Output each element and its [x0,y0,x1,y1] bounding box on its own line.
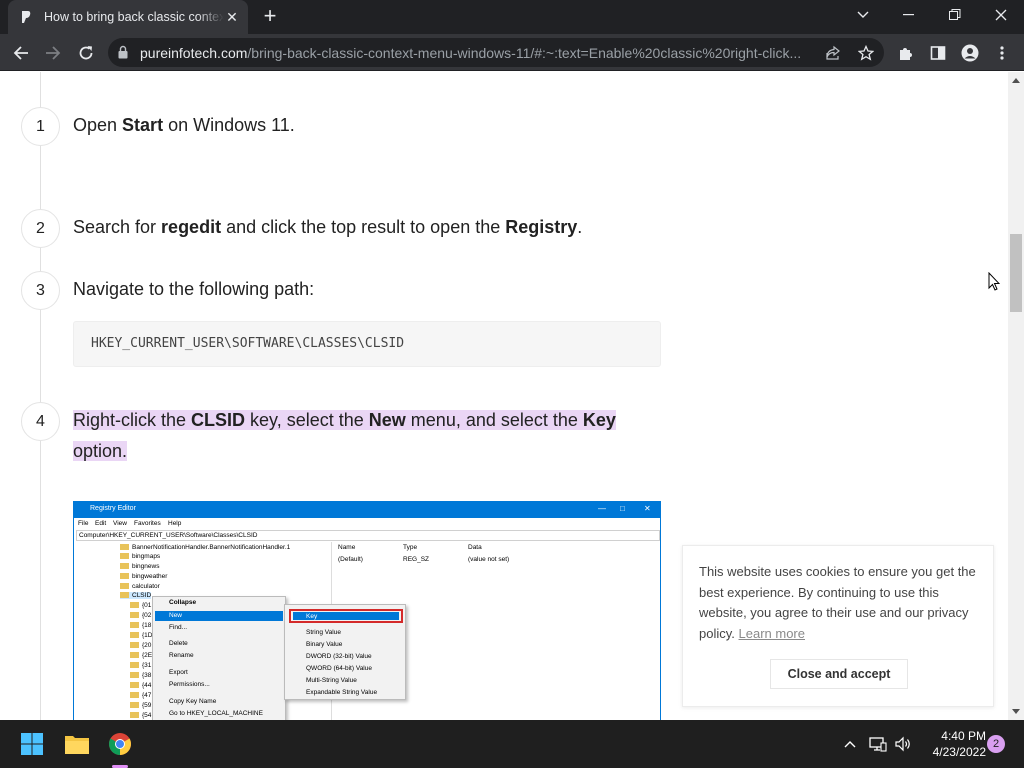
step-number-2: 2 [21,209,60,248]
registry-context-menu: Collapse New Find... Delete Rename Expor… [152,596,286,720]
step-number-3: 3 [21,271,60,310]
step-number-4: 4 [21,402,60,441]
restore-icon [949,9,961,20]
chevron-down-icon [857,11,869,18]
scroll-thumb[interactable] [1010,234,1022,312]
chrome-taskbar-button[interactable] [104,728,136,760]
tab-close-icon[interactable]: ✕ [224,9,240,25]
registry-editor-screenshot: Registry Editor — □ ✕ File Edit View Fav… [73,501,661,720]
page-scrollbar[interactable] [1008,72,1024,720]
profile-button[interactable] [958,41,982,65]
folder-icon [65,736,89,754]
address-bar[interactable]: pureinfotech.com/bring-back-classic-cont… [108,38,884,67]
close-window-button[interactable] [978,0,1024,30]
reg-close-icon: ✕ [644,504,651,513]
close-and-accept-button[interactable]: Close and accept [770,659,908,689]
reload-button[interactable] [73,40,99,66]
tab-title: How to bring back classic context menu o… [44,10,224,24]
browser-tab[interactable]: How to bring back classic context menu o… [8,0,248,34]
browser-tab-strip: How to bring back classic context menu o… [0,0,1024,34]
steps-timeline [40,72,41,720]
step-text-3: Navigate to the following path: [73,279,315,299]
side-panel-button[interactable] [926,41,950,65]
registry-path: HKEY_CURRENT_USER\SOFTWARE\CLASSES\CLSID [91,336,405,351]
url-text: pureinfotech.com/bring-back-classic-cont… [140,45,802,61]
step-text-2: Search for regedit and click the top res… [73,217,583,237]
mouse-cursor-icon [988,271,1001,296]
minimize-button[interactable] [886,0,932,30]
windows-logo-icon [21,733,43,755]
share-icon[interactable] [824,44,842,62]
step-text-1: Open Start on Windows 11. [73,115,295,135]
registry-new-submenu: Key String Value Binary Value DWORD (32-… [284,604,406,700]
puzzle-icon [900,48,912,60]
back-button[interactable] [8,40,34,66]
registry-address: Computer\HKEY_CURRENT_USER\Software\Clas… [76,530,660,541]
cookie-message: This website uses cookies to ensure you … [699,564,976,641]
chrome-icon [109,733,131,755]
taskbar-clock[interactable]: 4:40 PM 4/23/2022 [912,728,986,760]
bookmark-star-icon[interactable] [857,44,875,62]
forward-button[interactable] [40,40,66,66]
browser-menu-button[interactable] [990,41,1014,65]
arrow-left-icon [13,46,28,60]
start-button[interactable] [16,728,48,760]
tab-search-button[interactable] [840,0,886,30]
scroll-up-arrow-icon[interactable] [1012,78,1020,83]
show-hidden-icons-button[interactable] [842,734,858,754]
registry-titlebar: Registry Editor — □ ✕ [74,502,660,518]
reload-icon [79,46,93,60]
network-icon[interactable] [868,734,888,754]
file-explorer-button[interactable] [61,728,93,760]
volume-icon[interactable] [893,734,913,754]
pureinfotech-favicon-icon [18,9,34,25]
scroll-down-arrow-icon[interactable] [1012,709,1020,714]
article-page: 1 Open Start on Windows 11. 2 Search for… [0,72,1008,720]
cookie-consent-banner: This website uses cookies to ensure you … [682,545,994,707]
registry-menubar: File Edit View Favorites Help [74,518,660,529]
registry-path-code-block: HKEY_CURRENT_USER\SOFTWARE\CLASSES\CLSID [73,321,661,367]
extensions-button[interactable] [894,41,918,65]
browser-toolbar: pureinfotech.com/bring-back-classic-cont… [0,34,1024,71]
windows-taskbar: 4:40 PM 4/23/2022 2 [0,720,1024,768]
step-text-4: Right-click the CLSID key, select the Ne… [73,410,616,461]
chevron-up-icon [844,741,856,748]
reg-minimize-icon: — [598,504,606,513]
close-icon [995,9,1007,21]
avatar-icon [961,44,979,62]
restore-button[interactable] [932,0,978,30]
step-number-1: 1 [21,107,60,146]
lock-icon[interactable] [118,45,128,64]
minimize-icon [903,14,914,16]
new-tab-button[interactable]: + [258,5,282,28]
side-panel-icon [930,46,946,60]
notification-badge[interactable]: 2 [987,735,1005,753]
clock-date: 4/23/2022 [932,745,986,759]
learn-more-link[interactable]: Learn more [739,626,805,641]
reg-restore-icon: □ [620,504,625,513]
arrow-right-icon [46,46,61,60]
kebab-menu-icon [1000,46,1004,60]
clock-time: 4:40 PM [941,729,986,743]
